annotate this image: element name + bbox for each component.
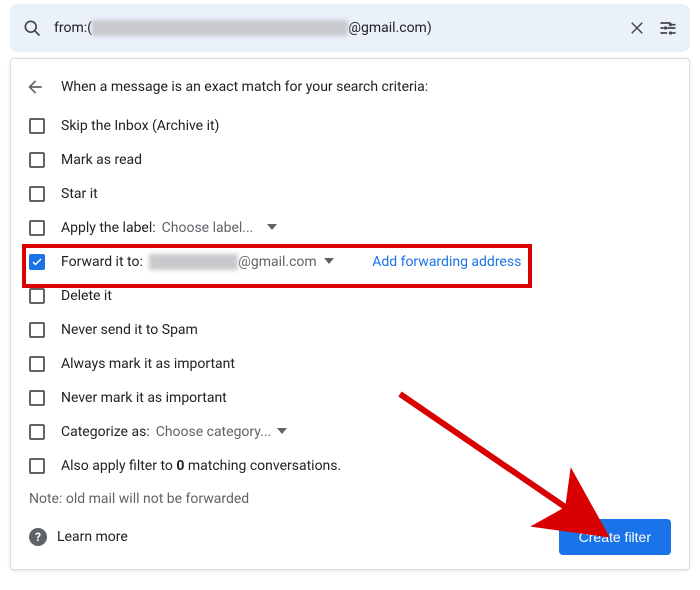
filter-panel: When a message is an exact match for you… <box>10 58 690 570</box>
option-apply-label[interactable]: Apply the label: Choose label... <box>11 211 689 245</box>
search-prefix: from:( <box>54 20 92 36</box>
option-star[interactable]: Star it <box>11 177 689 211</box>
checkbox-icon[interactable] <box>29 288 45 304</box>
add-forwarding-link[interactable]: Add forwarding address <box>372 254 521 270</box>
option-label: Also apply filter to 0 matching conversa… <box>61 458 341 474</box>
back-arrow-icon[interactable] <box>23 75 47 99</box>
option-categorize[interactable]: Categorize as: Choose category... <box>11 415 689 449</box>
search-redacted: natalie@natureframer com dirtorg natalie <box>92 20 349 36</box>
option-label: Delete it <box>61 288 112 304</box>
checkbox-icon[interactable] <box>29 458 45 474</box>
checkbox-icon[interactable] <box>29 424 45 440</box>
category-dropdown[interactable]: Choose category... <box>156 424 287 440</box>
option-skip-inbox[interactable]: Skip the Inbox (Archive it) <box>11 109 689 143</box>
checkbox-icon[interactable] <box>29 356 45 372</box>
option-never-important[interactable]: Never mark it as important <box>11 381 689 415</box>
option-label: Never send it to Spam <box>61 322 198 338</box>
note-text: Note: old mail will not be forwarded <box>11 483 689 509</box>
search-suffix: @gmail.com) <box>348 20 431 36</box>
option-never-spam[interactable]: Never send it to Spam <box>11 313 689 347</box>
search-input[interactable]: from:(natalie@natureframer com dirtorg n… <box>54 20 616 36</box>
checkbox-icon[interactable] <box>29 220 45 236</box>
option-label: Always mark it as important <box>61 356 235 372</box>
chevron-down-icon <box>267 220 277 236</box>
panel-footer: ? Learn more Create filter <box>11 509 689 555</box>
checkbox-icon[interactable] <box>29 322 45 338</box>
chevron-down-icon <box>277 424 287 440</box>
checkbox-icon[interactable] <box>29 254 45 270</box>
panel-header-text: When a message is an exact match for you… <box>61 79 428 95</box>
clear-search-button[interactable] <box>628 19 646 37</box>
option-label: Categorize as: <box>61 424 150 440</box>
help-icon: ? <box>29 528 47 546</box>
option-mark-read[interactable]: Mark as read <box>11 143 689 177</box>
search-bar: from:(natalie@natureframer com dirtorg n… <box>10 4 690 52</box>
option-label: Apply the label: <box>61 220 156 236</box>
chevron-down-icon <box>324 254 334 270</box>
option-also-apply[interactable]: Also apply filter to 0 matching conversa… <box>11 449 689 483</box>
create-filter-button[interactable]: Create filter <box>559 519 671 555</box>
option-label: Skip the Inbox (Archive it) <box>61 118 219 134</box>
option-delete[interactable]: Delete it <box>11 279 689 313</box>
option-always-important[interactable]: Always mark it as important <box>11 347 689 381</box>
label-dropdown[interactable]: Choose label... <box>162 220 277 236</box>
search-icon[interactable] <box>22 18 42 38</box>
checkbox-icon[interactable] <box>29 152 45 168</box>
option-label: Forward it to: <box>61 254 143 270</box>
option-label: Star it <box>61 186 98 202</box>
search-options-icon[interactable] <box>658 18 678 38</box>
checkbox-icon[interactable] <box>29 118 45 134</box>
learn-more-link[interactable]: ? Learn more <box>29 528 128 546</box>
forward-address-dropdown[interactable]: natebede0523@gmail.com <box>149 254 334 270</box>
option-forward[interactable]: Forward it to: natebede0523@gmail.com Ad… <box>11 245 689 279</box>
panel-header: When a message is an exact match for you… <box>11 71 689 109</box>
checkbox-icon[interactable] <box>29 186 45 202</box>
option-label: Never mark it as important <box>61 390 227 406</box>
checkbox-icon[interactable] <box>29 390 45 406</box>
option-label: Mark as read <box>61 152 142 168</box>
